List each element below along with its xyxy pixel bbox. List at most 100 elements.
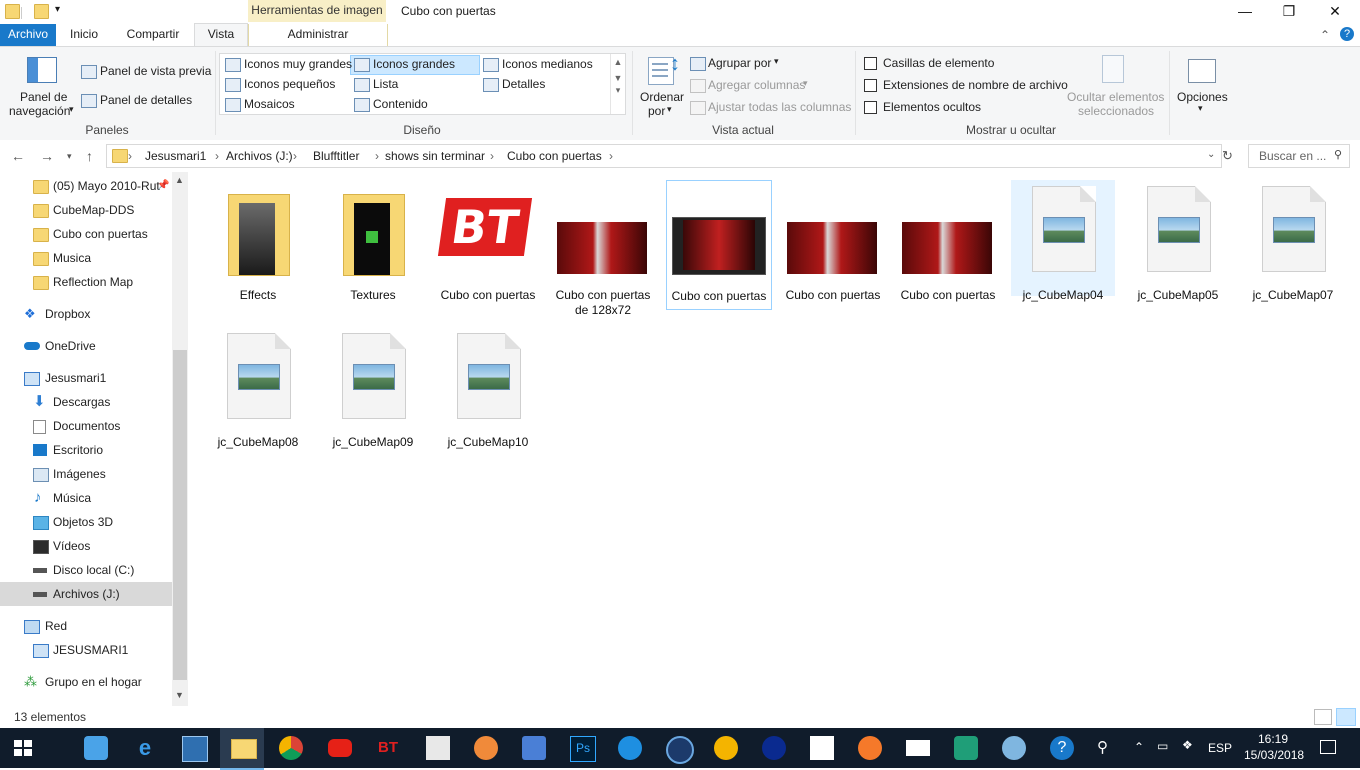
breadcrumb-chevron-icon[interactable]: › <box>490 149 494 163</box>
navigation-pane-button-label1[interactable]: Panel de <box>20 90 67 104</box>
input-language[interactable]: ESP <box>1208 741 1232 755</box>
collapse-ribbon-icon[interactable]: ⌃ <box>1320 28 1330 42</box>
breadcrumb-chevron-icon[interactable]: › <box>215 149 219 163</box>
layout-tiles[interactable]: Mosaicos <box>244 97 295 111</box>
address-box[interactable]: › Jesusmari1 › Archivos (J:) › Blufftitl… <box>106 144 1222 168</box>
breadcrumb-item[interactable]: shows sin terminar <box>385 149 485 163</box>
up-arrow-icon[interactable]: ↑ <box>86 148 93 164</box>
details-view-icon[interactable] <box>1314 709 1332 725</box>
sort-by-label1[interactable]: Ordenar <box>640 90 684 104</box>
breadcrumb-chevron-icon[interactable]: › <box>375 149 379 163</box>
nav-item-3d-objects[interactable]: Objetos 3D <box>0 510 172 534</box>
photoshop-icon[interactable]: Ps <box>570 736 596 762</box>
nav-item-this-pc[interactable]: Jesusmari1 <box>0 366 172 390</box>
nav-scrollbar[interactable]: ▲ ▼ <box>172 172 188 706</box>
close-button[interactable]: ✕ <box>1312 0 1358 24</box>
navigation-pane-button-label2[interactable]: navegación <box>9 104 70 118</box>
file-item[interactable]: jc_CubeMap07 <box>1241 180 1345 302</box>
show-hidden-icons-chevron-icon[interactable]: ⌃ <box>1134 740 1144 754</box>
nav-item-desktop[interactable]: Escritorio <box>0 438 172 462</box>
hide-selected-button-label1[interactable]: Ocultar elementos <box>1067 90 1164 104</box>
desktop-app-icon[interactable] <box>182 736 208 762</box>
maximize-button[interactable]: ❐ <box>1266 0 1312 24</box>
add-columns-button[interactable]: Agregar columnas <box>708 78 805 92</box>
nav-item-local-disk[interactable]: Disco local (C:) <box>0 558 172 582</box>
tab-view[interactable]: Vista <box>194 23 248 46</box>
breadcrumb-item[interactable]: Archivos (J:) <box>226 149 293 163</box>
nav-item-archivos-j[interactable]: Archivos (J:) <box>0 582 172 606</box>
help-icon[interactable]: ? <box>1050 736 1074 760</box>
layout-content[interactable]: Contenido <box>373 97 428 111</box>
clock-time[interactable]: 16:19 <box>1258 732 1288 746</box>
file-extensions-checkbox[interactable] <box>864 79 877 92</box>
media-player-icon[interactable] <box>666 736 694 764</box>
hide-selected-button-label2[interactable]: seleccionados <box>1078 104 1154 118</box>
nav-item-videos[interactable]: Vídeos <box>0 534 172 558</box>
mail-icon[interactable] <box>906 740 930 756</box>
hidden-items-checkbox[interactable] <box>864 101 877 114</box>
camera-app-icon[interactable] <box>954 736 978 760</box>
chrome-icon[interactable] <box>279 736 303 760</box>
preview-pane-button[interactable]: Panel de vista previa <box>100 64 211 78</box>
breadcrumb-chevron-icon[interactable]: › <box>128 149 132 163</box>
file-item[interactable]: jc_CubeMap05 <box>1126 180 1230 302</box>
file-extensions-label[interactable]: Extensiones de nombre de archivo <box>883 78 1068 92</box>
options-icon[interactable] <box>1188 59 1216 83</box>
nav-item-documents[interactable]: Documentos <box>0 414 172 438</box>
refresh-icon[interactable]: ↻ <box>1222 148 1233 164</box>
windows-start-icon[interactable] <box>14 740 32 756</box>
fit-columns-button[interactable]: Ajustar todas las columnas <box>708 100 851 114</box>
gallery-scroll[interactable]: ▲ ▼ ▾ <box>610 54 625 114</box>
breadcrumb-item[interactable]: Cubo con puertas <box>507 149 602 163</box>
file-item[interactable]: BT Cubo con puertas <box>436 180 540 310</box>
nav-item-quick-access[interactable]: Musica <box>0 246 172 270</box>
nav-item-onedrive[interactable]: OneDrive <box>0 334 172 358</box>
nav-item-quick-access[interactable]: Reflection Map <box>0 270 172 294</box>
search-icon[interactable]: ⚲ <box>1334 148 1342 161</box>
details-pane-button[interactable]: Panel de detalles <box>100 93 192 107</box>
file-item[interactable]: jc_CubeMap08 <box>206 327 310 449</box>
app-hand-icon[interactable] <box>474 736 498 760</box>
google-translate-icon[interactable] <box>522 736 546 760</box>
back-arrow-icon[interactable]: ← <box>11 148 25 164</box>
dropbox-tray-icon[interactable]: ❖ <box>1182 738 1193 752</box>
breadcrumb-chevron-icon[interactable]: › <box>609 149 613 163</box>
tab-home[interactable]: Inicio <box>60 24 108 46</box>
edge-icon[interactable]: e <box>133 736 157 760</box>
tab-file[interactable]: Archivo <box>0 24 56 46</box>
help-icon[interactable]: ? <box>1340 27 1354 41</box>
youtube-icon[interactable] <box>328 739 352 757</box>
recent-locations-chevron-icon[interactable]: ▾ <box>67 151 72 162</box>
hidden-items-label[interactable]: Elementos ocultos <box>883 100 981 114</box>
nav-item-quick-access[interactable]: Cubo con puertas <box>0 222 172 246</box>
blufftitler-icon[interactable]: BT <box>376 736 400 760</box>
scroll-down-icon[interactable]: ▼ <box>175 690 184 700</box>
layout-details[interactable]: Detalles <box>502 77 545 91</box>
layout-medium-icons[interactable]: Iconos medianos <box>502 57 593 71</box>
pin-icon[interactable]: 📌 <box>157 174 169 198</box>
nav-item-quick-access[interactable]: (05) Mayo 2010-Rut 📌 <box>0 174 172 198</box>
action-center-icon[interactable] <box>1320 740 1336 754</box>
nav-item-pictures[interactable]: Imágenes <box>0 462 172 486</box>
minimize-button[interactable]: — <box>1222 0 1268 24</box>
inkscape-icon[interactable] <box>426 736 450 760</box>
group-by-button[interactable]: Agrupar por <box>708 56 771 70</box>
app-v-icon[interactable] <box>762 736 786 760</box>
web-icon[interactable] <box>618 736 642 760</box>
layout-small-icons[interactable]: Iconos pequeños <box>244 77 335 91</box>
blender-icon[interactable] <box>858 736 882 760</box>
large-icons-view-icon[interactable] <box>1336 708 1356 726</box>
file-item[interactable]: Cubo con puertas <box>896 180 1000 310</box>
customize-toolbar-chevron-icon[interactable]: ▾ <box>55 4 65 16</box>
file-item[interactable]: jc_CubeMap10 <box>436 327 540 449</box>
new-folder-icon[interactable] <box>34 4 49 19</box>
address-dropdown-chevron-icon[interactable]: ⌄ <box>1207 149 1215 160</box>
item-checkboxes-checkbox[interactable] <box>864 57 877 70</box>
nav-item-dropbox[interactable]: ❖ Dropbox <box>0 302 172 326</box>
sort-by-label2[interactable]: por <box>648 104 665 118</box>
breadcrumb-item[interactable]: Jesusmari1 <box>145 149 206 163</box>
nav-item-downloads[interactable]: ⬇ Descargas <box>0 390 172 414</box>
file-item[interactable]: Cubo con puertas de 128x72 <box>551 180 655 320</box>
file-explorer-icon[interactable] <box>231 739 257 759</box>
network-status-icon[interactable]: ▭ <box>1157 739 1168 753</box>
